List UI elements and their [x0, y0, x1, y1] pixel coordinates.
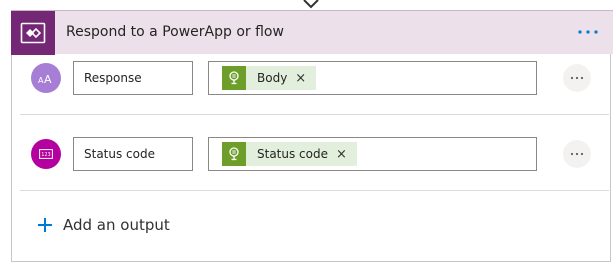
ellipsis-icon[interactable]	[573, 19, 603, 45]
token-label: Body	[257, 71, 288, 85]
plus-icon	[38, 218, 52, 232]
output-value-field[interactable]: Status code ×	[208, 137, 537, 171]
row-divider	[20, 114, 609, 115]
output-value-field[interactable]: Body ×	[208, 61, 537, 95]
connector-arrow-icon	[303, 0, 319, 9]
svg-text:A: A	[44, 73, 52, 84]
token-label: Status code	[257, 147, 328, 161]
action-header[interactable]: Respond to a PowerApp or flow	[11, 10, 613, 55]
output-name-field[interactable]: Response	[73, 61, 193, 95]
token-remove-icon[interactable]: ×	[293, 71, 316, 86]
output-name-field[interactable]: Status code	[73, 137, 193, 171]
text-type-icon: A A	[31, 63, 61, 93]
action-title: Respond to a PowerApp or flow	[66, 24, 284, 40]
dynamic-content-icon	[222, 142, 246, 166]
dynamic-content-icon	[222, 66, 246, 90]
row-menu-icon[interactable]	[563, 140, 591, 168]
add-output-label: Add an output	[63, 216, 170, 234]
add-output-button[interactable]: Add an output	[38, 214, 170, 236]
number-type-icon: 123	[31, 139, 61, 169]
token-remove-icon[interactable]: ×	[334, 147, 357, 162]
row-divider	[20, 190, 609, 191]
dynamic-content-token[interactable]: Body ×	[222, 66, 317, 90]
dynamic-content-token[interactable]: Status code ×	[222, 142, 357, 166]
action-card: Respond to a PowerApp or flow A A Respon…	[11, 10, 613, 262]
output-row: 123 Status code Status code ×	[12, 137, 612, 171]
output-row: A A Response Body ×	[12, 61, 612, 95]
powerapps-icon	[11, 11, 55, 55]
svg-text:123: 123	[41, 152, 51, 158]
row-menu-icon[interactable]	[563, 64, 591, 92]
